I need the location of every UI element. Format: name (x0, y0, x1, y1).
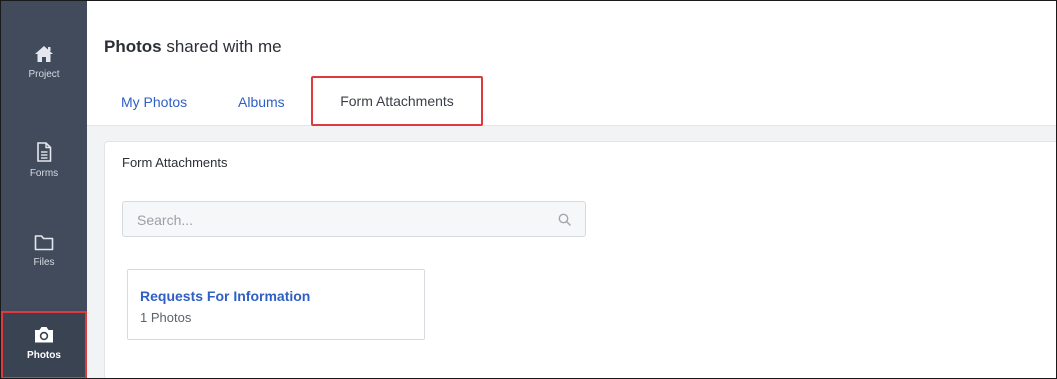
album-name-link[interactable]: Requests For Information (140, 288, 310, 304)
sidebar-item-label: Photos (27, 350, 61, 361)
sidebar-item-photos[interactable]: Photos (1, 311, 87, 378)
document-icon (36, 142, 52, 162)
app-window: Project Forms Files Photos Photos shared… (0, 0, 1057, 379)
sidebar-item-project[interactable]: Project (1, 45, 87, 80)
search-box (122, 201, 586, 238)
sidebar-item-label: Project (28, 69, 60, 80)
panel-title: Form Attachments (122, 155, 228, 170)
camera-icon (33, 325, 55, 344)
page-title-rest: shared with me (161, 37, 282, 56)
album-tile[interactable]: Requests For Information 1 Photos (127, 269, 425, 340)
form-attachments-panel: Form Attachments Requests For Informatio… (104, 141, 1056, 378)
sidebar: Project Forms Files Photos (1, 1, 87, 378)
sidebar-item-forms[interactable]: Forms (1, 142, 87, 179)
album-photo-count: 1 Photos (140, 310, 192, 325)
tab-label: Form Attachments (340, 93, 454, 109)
tab-albums[interactable]: Albums (238, 94, 285, 110)
page-title-bold: Photos (104, 37, 162, 56)
sidebar-item-label: Files (33, 257, 55, 268)
sidebar-item-label: Forms (29, 168, 59, 179)
search-icon[interactable] (558, 213, 571, 231)
tab-form-attachments[interactable]: Form Attachments (311, 76, 483, 126)
tab-my-photos[interactable]: My Photos (121, 94, 187, 110)
home-icon (34, 45, 54, 63)
page-title: Photos shared with me (104, 37, 282, 57)
search-input[interactable] (123, 202, 559, 238)
sidebar-item-files[interactable]: Files (1, 234, 87, 268)
page-header: Photos shared with me My Photos Albums F… (87, 1, 1056, 126)
folder-icon (34, 234, 54, 251)
